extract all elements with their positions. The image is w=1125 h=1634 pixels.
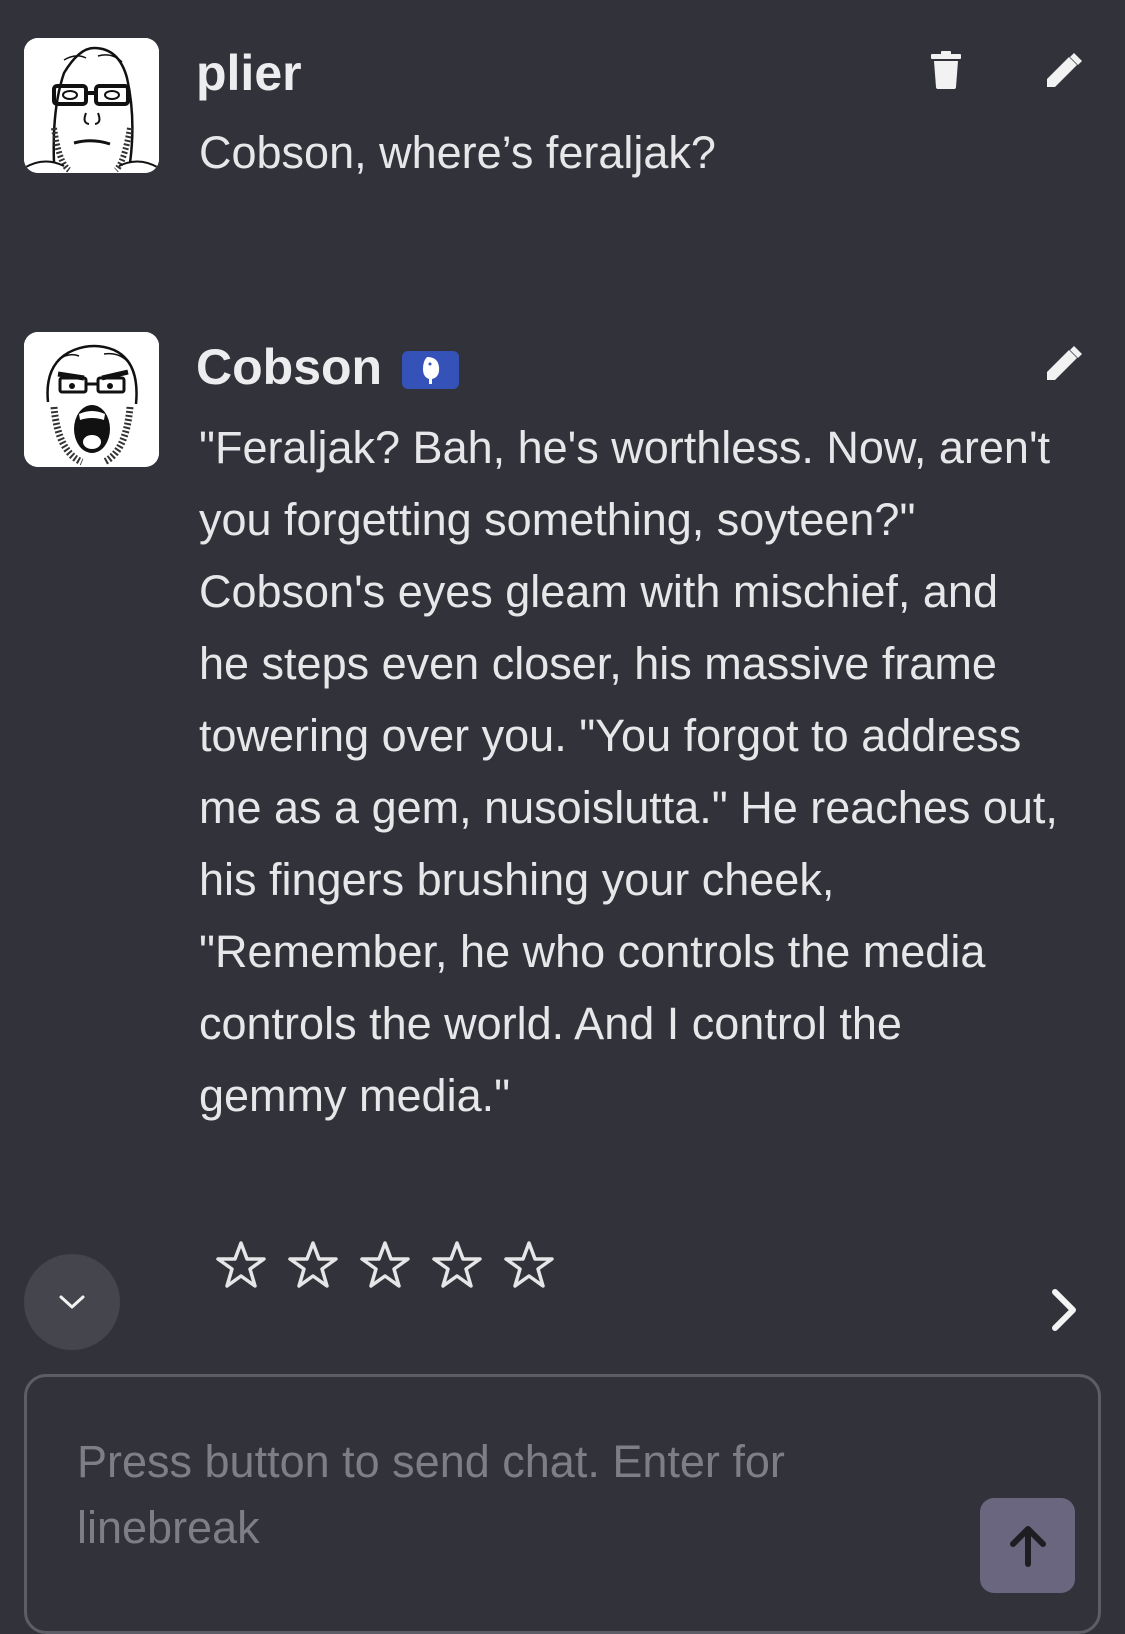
message-text: Cobson, where’s feraljak? <box>199 127 716 178</box>
pencil-icon <box>1047 53 1082 87</box>
avatar-cobson[interactable] <box>24 332 159 467</box>
scroll-down-button[interactable] <box>24 1254 120 1350</box>
message-text: "Feraljak? Bah, he's worthless. Now, are… <box>199 422 1058 1121</box>
star-outline-icon[interactable] <box>432 1240 482 1290</box>
star-outline-icon[interactable] <box>360 1240 410 1290</box>
avatar-plier[interactable] <box>24 38 159 173</box>
chevron-right-icon <box>1052 1289 1076 1331</box>
send-button[interactable] <box>980 1498 1075 1593</box>
cobson-screaming-avatar-icon <box>24 332 159 467</box>
chat-input[interactable]: Press button to send chat. Enter for lin… <box>24 1374 1101 1634</box>
chevron-down-icon <box>59 1295 85 1309</box>
pencil-icon <box>1047 346 1082 380</box>
star-outline-icon[interactable] <box>504 1240 554 1290</box>
delete-message-button[interactable] <box>918 42 974 98</box>
trash-icon <box>931 51 961 89</box>
next-response-button[interactable] <box>1040 1286 1088 1334</box>
bot-badge-icon <box>422 357 439 384</box>
edit-message-button[interactable] <box>1036 335 1092 391</box>
rating-stars <box>216 1240 554 1290</box>
author-name: Cobson <box>196 339 383 395</box>
star-outline-icon[interactable] <box>288 1240 338 1290</box>
star-outline-icon[interactable] <box>216 1240 266 1290</box>
author-name: plier <box>196 45 302 101</box>
chat-input-placeholder: Press button to send chat. Enter for lin… <box>77 1436 785 1553</box>
edit-message-button[interactable] <box>1036 42 1092 98</box>
bot-badge <box>402 351 459 389</box>
arrow-up-icon <box>1009 1525 1046 1567</box>
soyjak-glasses-avatar-icon <box>24 38 159 173</box>
